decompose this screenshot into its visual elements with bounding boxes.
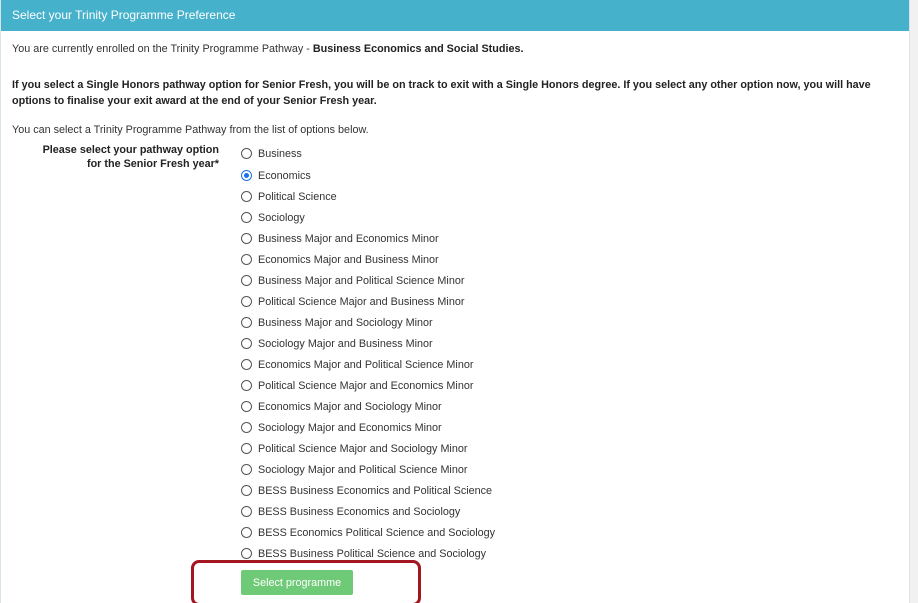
radio-button[interactable] (241, 254, 252, 265)
pathway-option-label: Political Science Major and Business Min… (258, 295, 465, 308)
radio-button[interactable] (241, 317, 252, 328)
pathway-option[interactable]: Political Science (241, 186, 495, 207)
pathway-option[interactable]: BESS Economics Political Science and Soc… (241, 522, 495, 543)
pathway-option[interactable]: Sociology Major and Business Minor (241, 333, 495, 354)
select-programme-button[interactable]: Select programme (241, 570, 353, 595)
pathway-option[interactable]: Economics Major and Business Minor (241, 249, 495, 270)
radio-button[interactable] (241, 233, 252, 244)
pathway-option-label: Sociology Major and Business Minor (258, 337, 433, 350)
pathway-option-label: Political Science Major and Economics Mi… (258, 379, 474, 392)
pathway-option-label: Sociology (258, 211, 305, 224)
radio-button[interactable] (241, 422, 252, 433)
pathway-option[interactable]: Political Science Major and Economics Mi… (241, 375, 495, 396)
radio-button[interactable] (241, 506, 252, 517)
pathway-option-label: BESS Business Economics and Sociology (258, 505, 461, 518)
pathway-option-label: Economics (258, 169, 311, 182)
pathway-option-label: BESS Business Economics and Political Sc… (258, 484, 493, 497)
pathway-option[interactable]: BESS Business Economics and Sociology (241, 501, 495, 522)
pathway-option-label: Please select your pathway option for th… (42, 144, 219, 170)
radio-button[interactable] (241, 380, 252, 391)
radio-button[interactable] (241, 401, 252, 412)
radio-button[interactable] (241, 485, 252, 496)
pathway-option[interactable]: Economics Major and Sociology Minor (241, 396, 495, 417)
pathway-options-group: Business Economics Political Science Sociol… (241, 143, 495, 564)
single-honors-note: If you select a Single Honors pathway op… (12, 79, 871, 107)
radio-button[interactable] (241, 527, 252, 538)
pathway-option[interactable]: BESS Business Economics and Political Sc… (241, 480, 495, 501)
pathway-option[interactable]: Business (241, 143, 495, 164)
pathway-option[interactable]: Sociology (241, 207, 495, 228)
panel-title: Select your Trinity Programme Preference (1, 0, 909, 31)
pathway-option-label: Political Science Major and Sociology Mi… (258, 442, 468, 455)
pathway-option-label: Sociology Major and Political Science Mi… (258, 463, 468, 476)
pathway-option[interactable]: Political Science Major and Sociology Mi… (241, 438, 495, 459)
page-scrollbar[interactable] (910, 0, 918, 603)
pathway-option[interactable]: Economics (241, 165, 495, 186)
pathway-option-label: Business Major and Economics Minor (258, 232, 439, 245)
radio-button[interactable] (241, 275, 252, 286)
pathway-option-label: Political Science (258, 190, 337, 203)
pathway-option-label: Economics Major and Business Minor (258, 253, 439, 266)
pathway-option-label: BESS Business Political Science and Soci… (258, 547, 487, 560)
pathway-option[interactable]: Economics Major and Political Science Mi… (241, 354, 495, 375)
radio-button[interactable] (241, 548, 252, 559)
pathway-option-label: Sociology Major and Economics Minor (258, 421, 442, 434)
radio-button[interactable] (241, 148, 252, 159)
radio-button[interactable] (241, 212, 252, 223)
pathway-option[interactable]: Sociology Major and Economics Minor (241, 417, 495, 438)
radio-button[interactable] (241, 338, 252, 349)
pathway-option[interactable]: Business Major and Sociology Minor (241, 312, 495, 333)
pathway-option-label: BESS Economics Political Science and Soc… (258, 526, 496, 539)
radio-button[interactable] (241, 296, 252, 307)
pathway-option-label: Economics Major and Sociology Minor (258, 400, 442, 413)
current-pathway-prefix: You are currently enrolled on the Trinit… (12, 43, 313, 55)
programme-preference-panel: Select your Trinity Programme Preference… (0, 0, 910, 603)
radio-button[interactable] (241, 443, 252, 454)
current-pathway-name: Business Economics and Social Studies. (312, 43, 524, 55)
selection-hint: You can select a Trinity Programme Pathw… (12, 124, 369, 136)
radio-button[interactable] (241, 464, 252, 475)
radio-button[interactable] (241, 191, 252, 202)
radio-button[interactable] (241, 170, 252, 181)
pathway-option[interactable]: Sociology Major and Political Science Mi… (241, 459, 495, 480)
radio-button[interactable] (241, 359, 252, 370)
pathway-option-label: Economics Major and Political Science Mi… (258, 358, 474, 371)
pathway-option-label: Business (258, 147, 302, 160)
pathway-option[interactable]: Business Major and Economics Minor (241, 228, 495, 249)
pathway-option[interactable]: Political Science Major and Business Min… (241, 291, 495, 312)
pathway-option-label: Business Major and Political Science Min… (258, 274, 465, 287)
pathway-option-label: Business Major and Sociology Minor (258, 316, 433, 329)
current-pathway-text: You are currently enrolled on the Trinit… (12, 43, 523, 55)
pathway-option[interactable]: Business Major and Political Science Min… (241, 270, 495, 291)
